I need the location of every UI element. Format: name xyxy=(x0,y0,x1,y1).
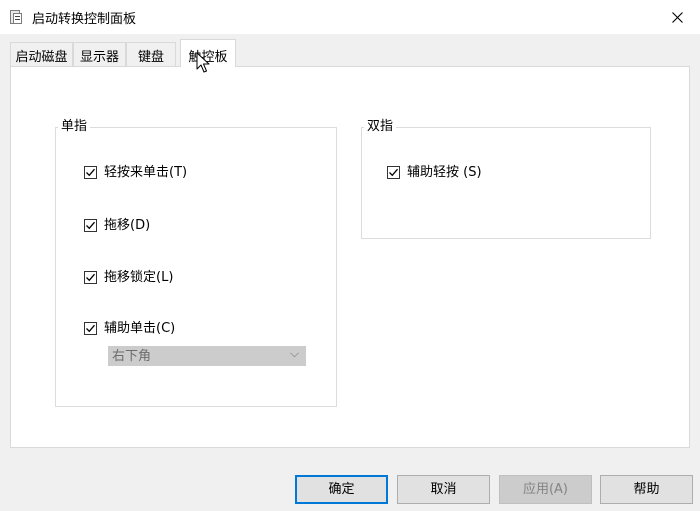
help-button[interactable]: 帮助 xyxy=(600,475,693,504)
drag-lock-checkbox[interactable] xyxy=(84,271,97,284)
title-bar: 启动转换控制面板 xyxy=(0,0,700,34)
tab-startup-disk[interactable]: 启动磁盘 xyxy=(10,42,73,66)
secondary-click-label: 辅助单击(C) xyxy=(104,321,176,336)
control-panel-icon xyxy=(8,9,24,25)
secondary-click-corner-select[interactable]: 右下角 xyxy=(108,346,306,366)
checkmark-icon xyxy=(86,324,95,333)
bootcamp-control-panel-window: 启动转换控制面板 启动磁盘 显示器 键盘 触控板 单指 轻按来单击(T) 拖移(… xyxy=(0,0,700,511)
drag-label: 拖移(D) xyxy=(104,218,151,233)
trackpad-tab-panel: 单指 轻按来单击(T) 拖移(D) 拖移锁定(L) 辅助单击(C) 右下角 双指… xyxy=(10,66,690,448)
checkmark-icon xyxy=(86,221,95,230)
two-finger-legend: 双指 xyxy=(364,118,397,136)
tap-to-click-checkbox[interactable] xyxy=(84,166,97,179)
chevron-down-icon xyxy=(290,352,299,358)
ok-button[interactable]: 确定 xyxy=(295,475,388,504)
single-finger-group: 单指 轻按来单击(T) 拖移(D) 拖移锁定(L) 辅助单击(C) 右下角 xyxy=(55,118,337,407)
tab-keyboard[interactable]: 键盘 xyxy=(126,42,176,66)
close-button[interactable] xyxy=(654,0,700,34)
single-finger-legend: 单指 xyxy=(58,118,91,136)
secondary-click-checkbox[interactable] xyxy=(84,322,97,335)
drag-checkbox[interactable] xyxy=(84,219,97,232)
close-icon xyxy=(672,12,683,23)
checkmark-icon xyxy=(86,168,95,177)
drag-lock-label: 拖移锁定(L) xyxy=(104,270,174,285)
two-finger-group: 双指 辅助轻按 (S) xyxy=(361,118,651,239)
tap-to-click-label: 轻按来单击(T) xyxy=(104,165,188,180)
secondary-tap-checkbox[interactable] xyxy=(387,166,400,179)
mouse-pointer-icon xyxy=(196,52,210,73)
cancel-button[interactable]: 取消 xyxy=(397,475,490,504)
apply-button[interactable]: 应用(A) xyxy=(499,475,592,504)
secondary-click-corner-value: 右下角 xyxy=(112,349,152,364)
checkmark-icon xyxy=(389,168,398,177)
checkmark-icon xyxy=(86,273,95,282)
window-title: 启动转换控制面板 xyxy=(32,12,137,27)
secondary-tap-label: 辅助轻按 (S) xyxy=(407,165,482,180)
tab-display[interactable]: 显示器 xyxy=(73,42,126,66)
